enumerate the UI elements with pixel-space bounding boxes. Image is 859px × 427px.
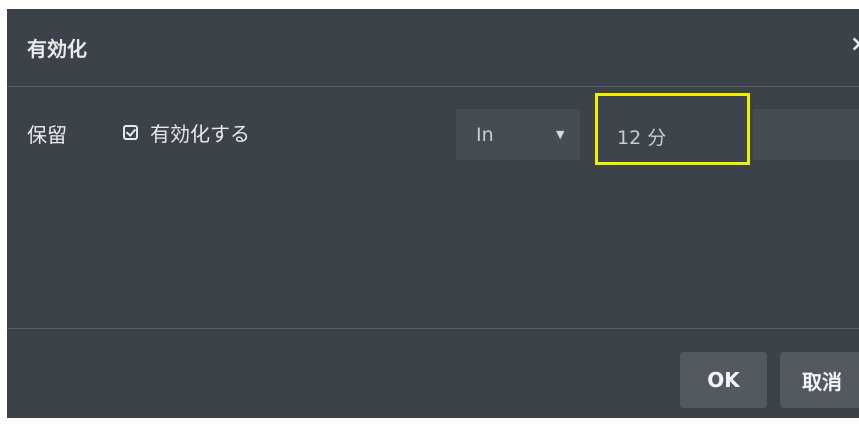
footer-divider xyxy=(7,328,859,329)
enable-checkbox-label: 有効化する xyxy=(150,121,250,146)
enable-checkbox[interactable]: 有効化する xyxy=(123,117,250,147)
duration-field[interactable]: 12 分 xyxy=(595,93,750,165)
duration-value: 12 分 xyxy=(617,127,667,149)
unit-select-value: In xyxy=(476,124,494,146)
dialog-title: 有効化 xyxy=(27,37,87,61)
checkbox-checked-icon[interactable] xyxy=(123,124,138,140)
ok-button[interactable]: OK xyxy=(680,352,767,408)
caret-down-icon: ▼ xyxy=(556,128,565,141)
close-icon[interactable]: × xyxy=(850,33,859,57)
dialog-header: 有効化 × xyxy=(7,9,859,87)
hold-label: 保留 xyxy=(27,123,67,147)
cancel-button[interactable]: 取消 xyxy=(780,352,859,408)
secondary-field[interactable] xyxy=(753,109,859,160)
unit-select[interactable]: In ▼ xyxy=(456,109,580,160)
enable-dialog: 有効化 × 保留 有効化する In ▼ 12 分 OK 取消 xyxy=(7,9,859,418)
